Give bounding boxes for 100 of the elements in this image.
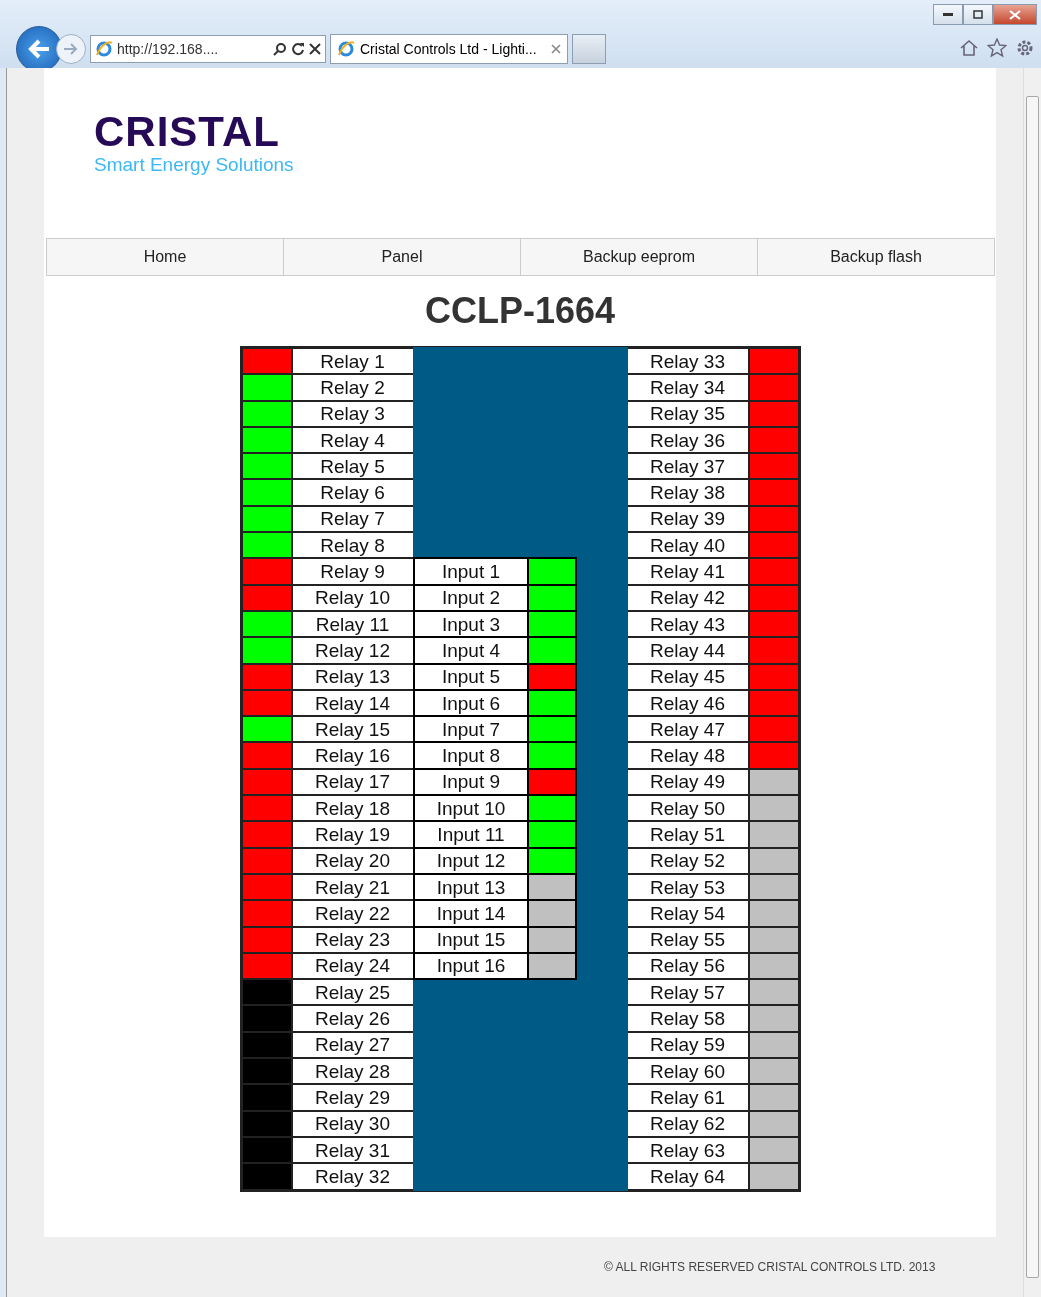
relay-label: Relay 50 xyxy=(627,796,748,821)
forward-button[interactable] xyxy=(56,34,86,64)
relay-label: Relay 17 xyxy=(292,769,413,795)
relay-label: Relay 3 xyxy=(292,401,413,426)
relay-label: Relay 52 xyxy=(627,848,748,873)
close-icon xyxy=(1009,9,1021,20)
right-arrow-icon xyxy=(63,42,79,56)
relay-label: Relay 64 xyxy=(627,1164,748,1189)
relay-label: Relay 33 xyxy=(627,349,748,374)
relay-label: Relay 26 xyxy=(292,1006,413,1031)
relay-label: Relay 38 xyxy=(627,480,748,505)
relay-label: Relay 29 xyxy=(292,1085,413,1110)
input-label: Input 12 xyxy=(415,848,527,873)
relay-label: Relay 15 xyxy=(292,717,413,742)
input-label: Input 15 xyxy=(415,927,527,952)
input-label: Input 5 xyxy=(415,664,527,689)
relay-label: Relay 6 xyxy=(292,480,413,505)
search-icon[interactable] xyxy=(273,42,287,56)
relay-label: Relay 40 xyxy=(627,533,748,558)
relay-label: Relay 19 xyxy=(292,822,413,847)
relay-label: Relay 47 xyxy=(627,717,748,742)
logo-wordmark: CRISTAL xyxy=(94,110,280,154)
relay-label: Relay 24 xyxy=(292,953,413,979)
close-icon[interactable] xyxy=(309,43,321,55)
relay-label: Relay 53 xyxy=(627,874,748,900)
minimize-icon xyxy=(943,12,953,17)
refresh-icon[interactable] xyxy=(291,42,305,56)
relay-label: Relay 43 xyxy=(627,611,748,637)
input-label: Input 9 xyxy=(415,769,527,795)
close-button[interactable] xyxy=(993,4,1037,25)
minimize-button[interactable] xyxy=(933,4,963,25)
relay-label: Relay 44 xyxy=(627,638,748,663)
relay-label: Relay 12 xyxy=(292,638,413,663)
relay-label: Relay 56 xyxy=(627,953,748,979)
input-label: Input 6 xyxy=(415,690,527,716)
input-label: Input 4 xyxy=(415,638,527,663)
relay-label: Relay 62 xyxy=(627,1111,748,1136)
relay-label: Relay 9 xyxy=(292,559,413,584)
input-label: Input 16 xyxy=(415,953,527,979)
input-label: Input 8 xyxy=(415,743,527,768)
relay-label: Relay 13 xyxy=(292,664,413,689)
input-label: Input 11 xyxy=(415,822,527,847)
relay-label: Relay 51 xyxy=(627,822,748,847)
relay-label: Relay 34 xyxy=(627,375,748,400)
relay-label: Relay 27 xyxy=(292,1032,413,1057)
relay-label: Relay 23 xyxy=(292,927,413,952)
relay-label: Relay 7 xyxy=(292,506,413,532)
relay-label: Relay 57 xyxy=(627,980,748,1005)
relay-label: Relay 16 xyxy=(292,743,413,768)
logo-tagline: Smart Energy Solutions xyxy=(94,154,294,176)
relay-label: Relay 14 xyxy=(292,690,413,716)
settings-icon[interactable] xyxy=(1015,38,1035,58)
relay-label: Relay 20 xyxy=(292,848,413,873)
relay-label: Relay 35 xyxy=(627,401,748,426)
maximize-icon xyxy=(973,10,983,19)
relay-label: Relay 25 xyxy=(292,980,413,1005)
nav-link[interactable]: Backup flash xyxy=(758,239,994,275)
input-label: Input 13 xyxy=(415,874,527,900)
nav-link[interactable]: Panel xyxy=(284,239,521,275)
relay-label: Relay 2 xyxy=(292,375,413,400)
home-icon[interactable] xyxy=(959,38,979,58)
relay-label: Relay 49 xyxy=(627,769,748,795)
input-label: Input 7 xyxy=(415,717,527,742)
relay-label: Relay 45 xyxy=(627,664,748,689)
left-arrow-icon xyxy=(27,39,51,59)
browser-logo-icon xyxy=(95,40,113,58)
browser-tab[interactable]: Cristal Controls Ltd - Lighti... xyxy=(330,34,568,64)
relay-label: Relay 28 xyxy=(292,1059,413,1084)
relay-label: Relay 21 xyxy=(292,874,413,900)
input-label: Input 10 xyxy=(415,796,527,821)
relay-label: Relay 42 xyxy=(627,585,748,610)
relay-label: Relay 18 xyxy=(292,796,413,821)
relay-label: Relay 10 xyxy=(292,585,413,610)
relay-label: Relay 58 xyxy=(627,1006,748,1031)
relay-label: Relay 36 xyxy=(627,427,748,453)
maximize-button[interactable] xyxy=(963,4,993,25)
input-label: Input 2 xyxy=(415,585,527,610)
input-label: Input 14 xyxy=(415,901,527,926)
panel-title: CCLP-1664 xyxy=(423,290,617,332)
copyright-text: © ALL RIGHTS RESERVED CRISTAL CONTROLS LTD. 2013 xyxy=(604,1260,936,1274)
address-bar[interactable]: http://192.168.... xyxy=(90,35,326,63)
relay-label: Relay 8 xyxy=(292,533,413,558)
relay-label: Relay 31 xyxy=(292,1137,413,1163)
relay-label: Relay 59 xyxy=(627,1032,748,1057)
star-icon[interactable] xyxy=(987,38,1007,58)
relay-label: Relay 63 xyxy=(627,1137,748,1163)
relay-label: Relay 1 xyxy=(292,349,413,374)
scrollbar[interactable] xyxy=(1023,68,1041,1297)
relay-label: Relay 30 xyxy=(292,1111,413,1136)
relay-label: Relay 54 xyxy=(627,901,748,926)
relay-label: Relay 46 xyxy=(627,690,748,716)
nav-link[interactable]: Home xyxy=(47,239,284,275)
relay-label: Relay 37 xyxy=(627,454,748,479)
relay-label: Relay 48 xyxy=(627,743,748,768)
relay-label: Relay 32 xyxy=(292,1164,413,1189)
input-label: Input 1 xyxy=(415,559,527,584)
relay-label: Relay 39 xyxy=(627,506,748,532)
relay-label: Relay 5 xyxy=(292,454,413,479)
nav-link[interactable]: Backup eeprom xyxy=(521,239,758,275)
relay-label: Relay 61 xyxy=(627,1085,748,1110)
